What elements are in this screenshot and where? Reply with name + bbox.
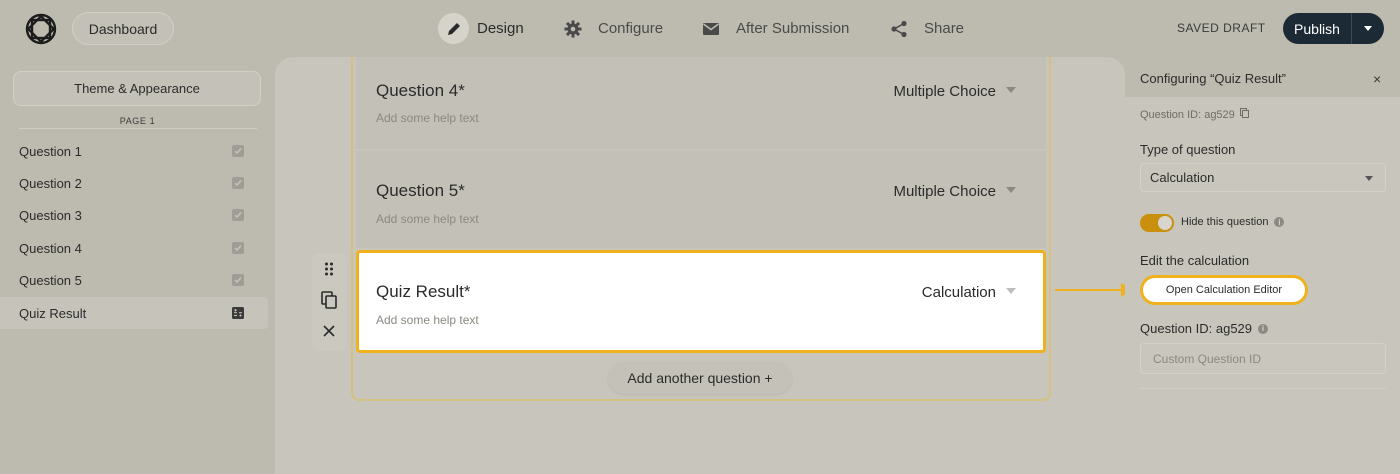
sidebar-item-label: Question 3 [19,207,82,223]
type-of-question-label: Type of question [1140,142,1236,157]
hide-question-label: Hide this question i [1181,216,1285,228]
page-label: PAGE 1 [119,116,156,126]
close-icon[interactable] [323,324,335,342]
question-id-heading-text: Question ID: ag529 [1140,321,1253,336]
panel-divider [1140,388,1386,389]
tab-after-submission[interactable]: After Submission [700,13,849,44]
sidebar-item-quiz-result[interactable]: Quiz Result [0,297,268,329]
sidebar-item-question-3[interactable]: Question 3 [0,199,268,231]
checkbox-icon [232,177,244,189]
question-card-4[interactable]: Question 4* Add some help text Multiple … [356,57,1046,149]
close-icon[interactable]: × [1373,71,1381,87]
sidebar-item-label: Question 1 [19,143,82,159]
sidebar: Theme & Appearance PAGE 1 Question 1 Que… [0,57,275,474]
question-card-quiz-result[interactable]: Quiz Result* Add some help text Calculat… [356,250,1046,353]
gear-icon [562,18,584,40]
envelope-icon [700,18,722,40]
pencil-icon [438,13,469,44]
question-type-select[interactable]: Multiple Choice [893,183,996,200]
dashboard-button[interactable]: Dashboard [72,12,174,45]
question-toolbar [312,253,346,351]
annotation-arrow-line [1055,289,1125,291]
question-card-5[interactable]: Question 5* Add some help text Multiple … [356,151,1046,248]
edit-calculation-label: Edit the calculation [1140,253,1250,268]
sidebar-item-label: Question 5 [19,272,82,288]
top-bar: Dashboard Design Configure After Submiss… [0,0,1400,57]
sidebar-item-question-4[interactable]: Question 4 [0,232,268,264]
chevron-down-icon[interactable] [1352,26,1384,31]
chevron-down-icon[interactable] [1006,288,1016,294]
custom-question-id-input[interactable] [1140,343,1386,374]
drag-handle-icon[interactable] [324,262,334,281]
tab-design-label: Design [477,20,524,37]
saved-status: SAVED DRAFT [1177,21,1266,35]
question-type-dropdown[interactable]: Calculation [1140,163,1386,192]
sidebar-item-question-2[interactable]: Question 2 [0,167,268,199]
add-question-button[interactable]: Add another question + [608,362,792,394]
question-id-text: Question ID: ag529 [1140,108,1249,121]
sidebar-item-label: Quiz Result [19,305,87,321]
question-help-text[interactable]: Add some help text [376,111,479,125]
logo-icon[interactable] [24,12,58,46]
question-id-label: Question ID: ag529 [1140,108,1235,121]
tab-after-submission-label: After Submission [736,20,850,37]
toggle-knob [1158,216,1172,230]
config-panel-title: Configuring “Quiz Result” [1140,71,1286,86]
question-type-select[interactable]: Calculation [922,284,996,301]
hide-question-text: Hide this question [1181,216,1269,228]
tab-share-label: Share [924,20,965,37]
calculator-icon [232,307,244,319]
duplicate-icon[interactable] [321,291,337,314]
checkbox-icon [232,242,244,254]
question-title[interactable]: Question 5* [376,181,465,201]
publish-label: Publish [1294,20,1340,37]
checkbox-icon [232,145,244,157]
open-calculation-editor-button[interactable]: Open Calculation Editor [1140,275,1308,305]
sidebar-item-question-1[interactable]: Question 1 [0,135,268,167]
question-id-heading: Question ID: ag529 i [1140,321,1269,336]
checkbox-icon [232,274,244,286]
info-icon[interactable]: i [1274,217,1285,227]
config-panel-header: Configuring “Quiz Result” × [1125,57,1400,97]
checkbox-icon [232,209,244,221]
chevron-down-icon[interactable] [1006,87,1016,93]
question-title[interactable]: Quiz Result* [376,282,470,302]
page-divider [19,128,257,129]
chevron-down-icon [1365,176,1373,181]
question-help-text[interactable]: Add some help text [376,313,479,327]
sidebar-item-label: Question 2 [19,175,82,191]
tab-design[interactable]: Design [438,13,524,44]
question-type-select[interactable]: Multiple Choice [893,83,996,100]
tab-share[interactable]: Share [888,13,964,44]
copy-icon[interactable] [1239,108,1249,121]
chevron-down-icon[interactable] [1006,187,1016,193]
question-title[interactable]: Question 4* [376,81,465,101]
sidebar-item-question-5[interactable]: Question 5 [0,264,268,296]
sidebar-item-label: Question 4 [19,240,82,256]
question-type-value: Calculation [1150,170,1215,185]
info-icon[interactable]: i [1258,323,1269,334]
hide-question-toggle[interactable] [1140,214,1174,232]
config-panel: Configuring “Quiz Result” × Question ID:… [1125,57,1400,474]
share-icon [888,18,910,40]
theme-appearance-button[interactable]: Theme & Appearance [13,71,261,106]
tab-configure[interactable]: Configure [562,13,663,44]
publish-button[interactable]: Publish [1283,13,1384,44]
question-help-text[interactable]: Add some help text [376,212,479,226]
tab-configure-label: Configure [598,20,664,37]
